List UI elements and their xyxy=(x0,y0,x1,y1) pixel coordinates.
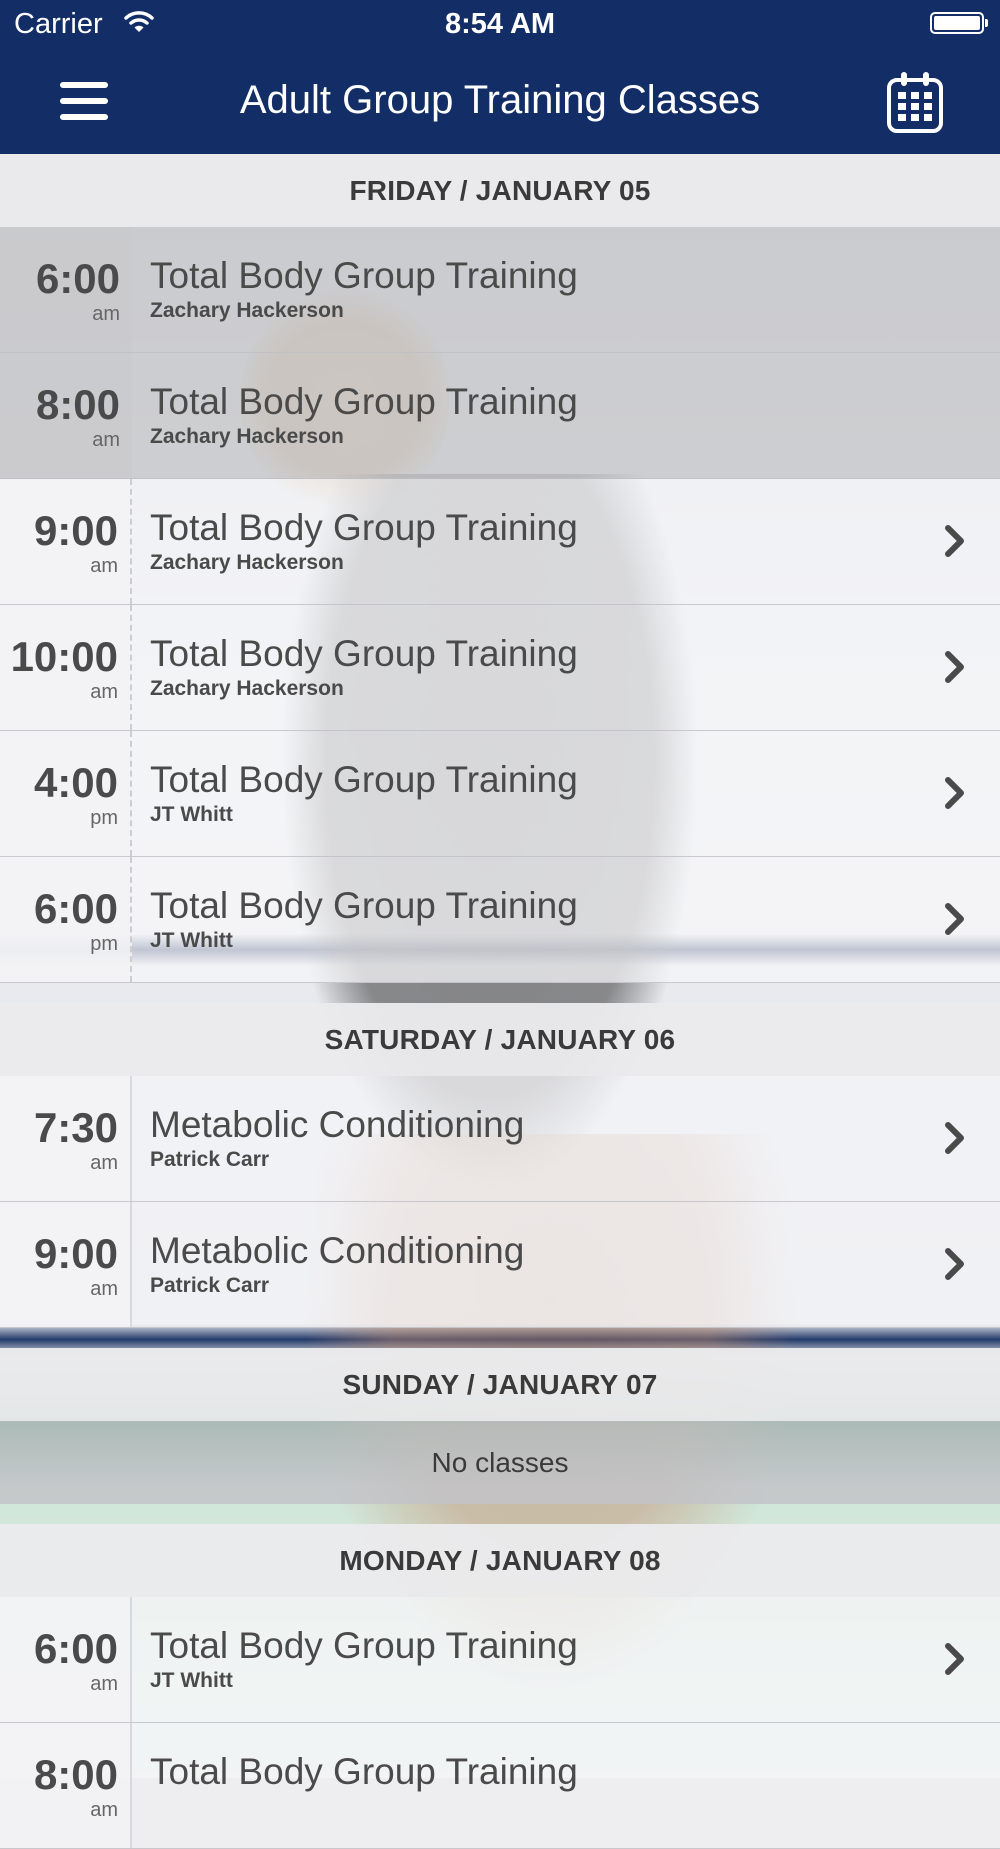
day-header-saturday: SATURDAY / JANUARY 06 xyxy=(0,1003,1000,1076)
instructor-name: Patrick Carr xyxy=(150,1274,270,1297)
instructor-name: Zachary Hackerson xyxy=(150,677,344,700)
time-column: 6:00 am xyxy=(0,1597,132,1722)
class-name: Total Body Group Training xyxy=(150,759,578,800)
time-column: 9:00 am xyxy=(0,479,132,604)
class-ampm: pm xyxy=(90,933,118,955)
instructor-name: JT Whitt xyxy=(150,929,233,952)
chevron-right-icon xyxy=(945,1248,964,1280)
instructor-name: Patrick Carr xyxy=(150,1148,270,1171)
class-row[interactable]: 6:00 am Total Body Group Training Zachar… xyxy=(0,227,1000,353)
class-hour: 4:00 xyxy=(33,759,118,806)
class-row[interactable]: 7:30 am Metabolic Conditioning Patrick C… xyxy=(0,1076,1000,1202)
class-hour: 8:00 xyxy=(33,1751,118,1798)
time-column: 10:00 am xyxy=(0,605,132,730)
class-row[interactable]: 10:00 am Total Body Group Training Zacha… xyxy=(0,605,1000,731)
class-row[interactable]: 9:00 am Metabolic Conditioning Patrick C… xyxy=(0,1202,1000,1328)
class-ampm: am xyxy=(90,1673,118,1695)
chevron-right-icon xyxy=(945,1643,964,1675)
time-column: 8:00 am xyxy=(0,353,132,478)
class-name: Metabolic Conditioning xyxy=(150,1104,525,1145)
class-name: Total Body Group Training xyxy=(150,885,578,926)
chevron-right-icon xyxy=(945,903,964,935)
class-schedule-list: FRIDAY / JANUARY 05 6:00 am Total Body G… xyxy=(0,154,1000,1849)
time-column: 6:00 pm xyxy=(0,857,132,982)
day-header-monday: MONDAY / JANUARY 08 xyxy=(0,1524,1000,1597)
class-row[interactable]: 4:00 pm Total Body Group Training JT Whi… xyxy=(0,731,1000,857)
class-hour: 6:00 xyxy=(33,1625,118,1672)
clock: 8:54 AM xyxy=(444,8,556,40)
instructor-name: Zachary Hackerson xyxy=(150,551,344,574)
time-column: 4:00 pm xyxy=(0,731,132,856)
class-hour: 8:00 xyxy=(35,381,120,428)
class-ampm: am xyxy=(90,1152,118,1174)
instructor-name: JT Whitt xyxy=(150,803,233,826)
class-name: Total Body Group Training xyxy=(150,255,578,296)
page-title: Adult Group Training Classes xyxy=(239,78,761,122)
class-name: Total Body Group Training xyxy=(150,1625,578,1666)
chevron-right-icon xyxy=(945,651,964,683)
class-row[interactable]: 8:00 am Total Body Group Training xyxy=(0,1723,1000,1849)
instructor-name: Zachary Hackerson xyxy=(150,425,344,448)
class-hour: 6:00 xyxy=(35,255,120,302)
class-name: Total Body Group Training xyxy=(150,1751,578,1792)
class-hour: 7:30 xyxy=(33,1104,118,1151)
chevron-right-icon xyxy=(945,777,964,809)
class-name: Metabolic Conditioning xyxy=(150,1230,525,1271)
chevron-right-icon xyxy=(945,525,964,557)
class-name: Total Body Group Training xyxy=(150,633,578,674)
no-classes-message: No classes xyxy=(0,1421,1000,1504)
time-column: 9:00 am xyxy=(0,1202,132,1327)
class-row[interactable]: 6:00 am Total Body Group Training JT Whi… xyxy=(0,1597,1000,1723)
class-ampm: am xyxy=(92,303,120,325)
class-name: Total Body Group Training xyxy=(150,381,578,422)
class-row[interactable]: 9:00 am Total Body Group Training Zachar… xyxy=(0,479,1000,605)
day-header-friday: FRIDAY / JANUARY 05 xyxy=(0,154,1000,227)
class-hour: 10:00 xyxy=(10,633,118,680)
time-column: 7:30 am xyxy=(0,1076,132,1201)
calendar-icon[interactable] xyxy=(886,70,944,134)
class-ampm: pm xyxy=(90,807,118,829)
class-hour: 6:00 xyxy=(33,885,118,932)
class-ampm: am xyxy=(90,555,118,577)
class-hour: 9:00 xyxy=(33,507,118,554)
class-ampm: am xyxy=(90,681,118,703)
class-hour: 9:00 xyxy=(33,1230,118,1277)
instructor-name: Zachary Hackerson xyxy=(150,299,344,322)
time-column: 8:00 am xyxy=(0,1723,132,1848)
nav-bar: Adult Group Training Classes xyxy=(0,52,1000,154)
class-ampm: am xyxy=(90,1799,118,1821)
battery-icon xyxy=(930,12,988,34)
day-header-sunday: SUNDAY / JANUARY 07 xyxy=(0,1348,1000,1421)
class-row[interactable]: 8:00 am Total Body Group Training Zachar… xyxy=(0,353,1000,479)
chevron-right-icon xyxy=(945,1122,964,1154)
class-name: Total Body Group Training xyxy=(150,507,578,548)
status-bar: Carrier 8:54 AM xyxy=(0,0,1000,52)
class-row[interactable]: 6:00 pm Total Body Group Training JT Whi… xyxy=(0,857,1000,983)
instructor-name: JT Whitt xyxy=(150,1669,233,1692)
class-ampm: am xyxy=(90,1278,118,1300)
time-column: 6:00 am xyxy=(0,227,132,352)
class-ampm: am xyxy=(92,429,120,451)
